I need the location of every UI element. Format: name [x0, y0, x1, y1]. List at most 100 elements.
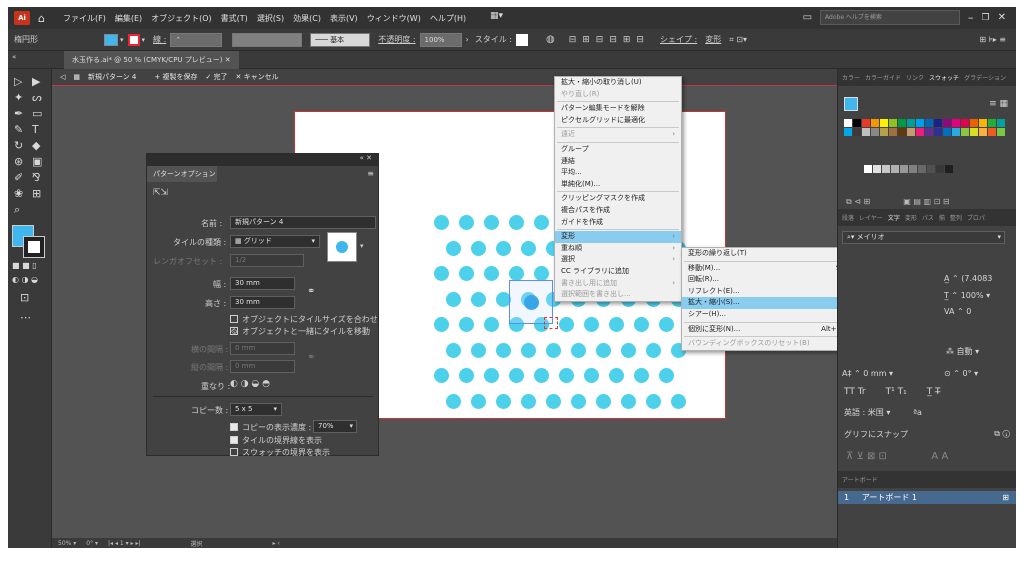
context-menu-item[interactable]: 平均...	[555, 167, 681, 179]
tracking-field[interactable]: VA ⌃ 0	[944, 307, 971, 316]
dim-copies-option[interactable]: コピーの表示濃度 :	[230, 422, 311, 433]
panel-tab[interactable]: レイヤー	[859, 213, 883, 222]
color-swatch[interactable]	[844, 119, 852, 127]
panel-tab[interactable]: パス	[922, 213, 934, 222]
align-icons[interactable]: ⊟⊞⊟⊟⊞⊟	[569, 35, 650, 45]
panel-tab[interactable]: グラデーション	[964, 73, 1006, 82]
artboard-nav[interactable]: |◂ ◂ 1 ▾ ▸ ▸|	[108, 540, 140, 547]
context-menu-item[interactable]: ガイドを作成	[555, 217, 681, 229]
screen-mode-icon[interactable]: ⊡	[20, 291, 29, 304]
back-arrow-icon[interactable]: ◁	[60, 73, 65, 81]
menu-item[interactable]: ウィンドウ(W)	[367, 13, 421, 24]
color-swatch[interactable]	[927, 165, 935, 173]
menu-item[interactable]: ファイル(F)	[63, 13, 106, 24]
direct-selection-tool-icon[interactable]: ▶	[32, 75, 40, 88]
dim-value-select[interactable]: 70% ▾	[313, 420, 357, 433]
language-select[interactable]: 英語 : 米国 ▾ ªa	[844, 407, 922, 418]
opacity-label[interactable]: 不透明度 :	[378, 34, 415, 45]
symbol-tool-icon[interactable]: ❀	[14, 187, 23, 200]
color-swatch[interactable]	[952, 128, 960, 136]
menu-item[interactable]: ヘルプ(H)	[430, 13, 466, 24]
auto-field[interactable]: ⁂ 自動 ▾	[946, 346, 979, 357]
search-input[interactable]: Adobe ヘルプを検索	[820, 10, 961, 25]
magic-wand-tool-icon[interactable]: ✦	[14, 91, 23, 104]
context-menu-item[interactable]: 連結	[555, 156, 681, 168]
color-swatch[interactable]	[882, 165, 890, 173]
stroke-swatch[interactable]	[127, 33, 140, 46]
color-swatch[interactable]	[918, 165, 926, 173]
brush-tool-icon[interactable]: ✎	[14, 123, 23, 136]
blend-tool-icon[interactable]: ⅋	[32, 171, 41, 184]
name-field[interactable]: 新規パターン 4	[230, 216, 376, 229]
more-tools-icon[interactable]: ⋯	[20, 311, 31, 324]
home-icon[interactable]: ⌂	[38, 12, 45, 25]
color-swatch[interactable]	[909, 165, 917, 173]
tile-type-select[interactable]: ▦ グリッド ▾	[230, 235, 320, 248]
color-swatch[interactable]	[997, 128, 1005, 136]
cancel-button[interactable]: ✕ キャンセル	[236, 72, 279, 82]
workspace-switcher-icon[interactable]: ▦▾	[490, 11, 503, 21]
context-menu-item[interactable]: 選択 ›	[555, 254, 681, 266]
panel-tab[interactable]: 揃	[939, 213, 945, 222]
transform-button[interactable]: 変形	[705, 34, 721, 45]
color-swatch[interactable]	[880, 119, 888, 127]
color-swatch[interactable]	[871, 128, 879, 136]
minimize-icon[interactable]: –	[968, 11, 974, 24]
color-swatch[interactable]	[862, 128, 870, 136]
context-menu-item[interactable]: 変形 ›	[555, 231, 681, 243]
color-swatch[interactable]	[880, 128, 888, 136]
rectangle-tool-icon[interactable]: ▭	[32, 107, 42, 120]
checkbox[interactable]	[230, 315, 238, 323]
color-swatch[interactable]	[934, 119, 942, 127]
panel-tab[interactable]: スウォッチ	[929, 73, 959, 82]
link-icon[interactable]: ⚭	[307, 286, 315, 297]
color-swatch[interactable]	[898, 128, 906, 136]
text-style-icons[interactable]: TT Tr T¹ T₁ T̲ T̶	[844, 387, 941, 397]
panel-tab[interactable]: 段落	[842, 213, 854, 222]
color-swatch[interactable]	[853, 119, 861, 127]
color-swatch[interactable]	[907, 128, 915, 136]
shape-button[interactable]: シェイプ :	[660, 34, 697, 45]
chevron-down-icon[interactable]: ▾	[142, 36, 146, 44]
brush-field[interactable]: ─── 基本	[310, 32, 371, 47]
color-swatch[interactable]	[997, 119, 1005, 127]
status-arrow-icon[interactable]: ▸ ‹	[273, 540, 280, 547]
height-field[interactable]: 30 mm	[230, 296, 295, 309]
color-swatch[interactable]	[988, 128, 996, 136]
color-swatch[interactable]	[853, 128, 861, 136]
font-family-select[interactable]: ⌕▾ メイリオ ▾	[842, 231, 1005, 244]
arrange-icon[interactable]: ▭	[803, 12, 812, 23]
color-swatch[interactable]	[970, 128, 978, 136]
color-swatch[interactable]	[916, 128, 924, 136]
chevron-down-icon[interactable]: ▾	[120, 36, 124, 44]
show-swatch-option[interactable]: スウォッチの境界を表示	[230, 447, 330, 458]
swatch-library-icons[interactable]: ⧉ ⊲ ⊞ ▣ ▤ ▥ ⊡ ⊟	[846, 197, 950, 207]
context-menu-item[interactable]: パターン編集モードを解除	[555, 103, 681, 115]
tile-edit-icon[interactable]: ⇱⇲	[153, 188, 168, 198]
color-swatch[interactable]	[979, 128, 987, 136]
context-menu-item[interactable]: CC ライブラリに追加	[555, 266, 681, 278]
context-menu-item[interactable]: クリッピングマスクを作成	[555, 193, 681, 205]
color-swatch[interactable]	[844, 128, 852, 136]
overlap-icons[interactable]: ◐ ◑ ◒ ◓	[230, 379, 270, 389]
context-menu-item[interactable]: 重ね順 ›	[555, 243, 681, 255]
color-swatch[interactable]	[925, 119, 933, 127]
color-swatch[interactable]	[862, 119, 870, 127]
type-tool-icon[interactable]: T	[32, 123, 39, 136]
panel-tab[interactable]: カラーガイド	[865, 73, 901, 82]
panel-tab[interactable]: カラー	[842, 73, 860, 82]
close-icon[interactable]: ✕	[998, 12, 1006, 23]
stroke-color-box[interactable]	[24, 237, 44, 257]
menu-item[interactable]: 効果(C)	[293, 13, 321, 24]
scale-field[interactable]: T̲ ⌃ 100% ▾	[944, 291, 990, 300]
zoom-select[interactable]: 50% ▾	[58, 540, 76, 547]
panel-tab[interactable]: 整列	[950, 213, 962, 222]
warp-tool-icon[interactable]: ⊛	[14, 155, 23, 168]
eyedropper-tool-icon[interactable]: ✐	[14, 171, 23, 184]
style-swatch[interactable]	[515, 33, 528, 46]
panel-tab[interactable]: 文字	[888, 213, 900, 222]
checkbox[interactable]	[230, 327, 238, 335]
panel-tab[interactable]: プロパ	[967, 213, 985, 222]
document-tab[interactable]: 水玉作る.ai* @ 50 % (CMYK/CPU プレビュー) ✕	[64, 51, 239, 69]
panel-close-icon[interactable]: « ✕	[360, 154, 372, 162]
